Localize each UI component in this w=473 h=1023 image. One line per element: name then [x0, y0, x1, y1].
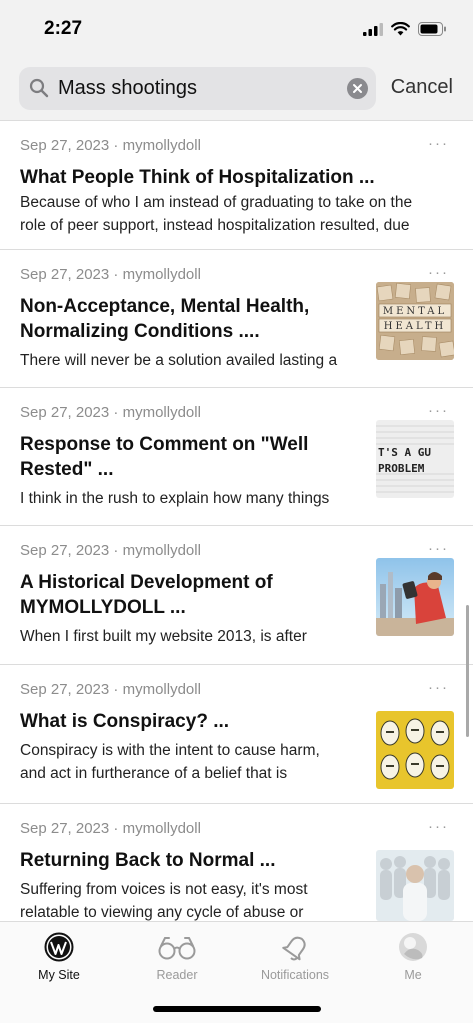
- bell-icon: [282, 936, 306, 961]
- post-excerpt: Conspiracy is with the intent to cause h…: [20, 742, 320, 782]
- signal-icon: [363, 22, 383, 36]
- status-bar: 2:27: [0, 0, 473, 60]
- post-thumbnail: [376, 711, 454, 789]
- more-options-icon[interactable]: ···: [428, 818, 449, 835]
- home-indicator[interactable]: [153, 1006, 321, 1012]
- cancel-button[interactable]: Cancel: [391, 76, 453, 99]
- post-title: A Historical Development of MYMOLLYDOLL …: [20, 572, 273, 618]
- avatar-icon: [399, 933, 427, 961]
- status-time: 2:27: [44, 18, 83, 39]
- thumb-text: HEALTH: [384, 321, 446, 332]
- thumb-text: MENTAL: [383, 306, 447, 317]
- glasses-icon: [158, 937, 196, 960]
- post-title: What People Think of Hospitalization ...: [20, 167, 375, 188]
- post-item[interactable]: Sep 27, 2023 · mymollydoll ··· What is C…: [0, 665, 473, 804]
- search-input[interactable]: Mass shootings: [58, 77, 197, 100]
- wifi-icon: [391, 22, 410, 36]
- post-excerpt: I think in the rush to explain how many …: [20, 490, 330, 507]
- status-icons: [363, 22, 447, 36]
- post-excerpt: When I first built my website 2013, is a…: [20, 628, 307, 645]
- more-options-icon[interactable]: ···: [428, 679, 449, 696]
- thumb-text: PROBLEM: [378, 462, 425, 475]
- post-meta: Sep 27, 2023 · mymollydoll: [20, 404, 201, 421]
- post-meta: Sep 27, 2023 · mymollydoll: [20, 542, 201, 559]
- post-excerpt: Suffering from voices is not easy, it's …: [20, 881, 308, 921]
- post-meta: Sep 27, 2023 · mymollydoll: [20, 820, 201, 837]
- post-item[interactable]: Sep 27, 2023 · mymollydoll ··· Returning…: [0, 804, 473, 921]
- tab-label: My Site: [38, 968, 80, 982]
- post-thumbnail: T'S A GU PROBLEM: [376, 420, 454, 498]
- post-meta: Sep 27, 2023 · mymollydoll: [20, 681, 201, 698]
- more-options-icon[interactable]: ···: [428, 402, 449, 419]
- post-thumbnail: [376, 558, 454, 636]
- post-excerpt: There will never be a solution availed l…: [20, 352, 338, 369]
- post-title: What is Conspiracy? ...: [20, 711, 230, 732]
- search-header: Mass shootings Cancel: [0, 60, 473, 121]
- post-item[interactable]: Sep 27, 2023 · mymollydoll ··· Response …: [0, 388, 473, 526]
- scroll-indicator[interactable]: [466, 605, 469, 737]
- post-title: Non-Acceptance, Mental Health, Normalizi…: [20, 296, 310, 342]
- post-title: Returning Back to Normal ...: [20, 850, 276, 871]
- post-item[interactable]: Sep 27, 2023 · mymollydoll ··· A Histori…: [0, 526, 473, 665]
- post-item[interactable]: Sep 27, 2023 · mymollydoll ··· Non-Accep…: [0, 250, 473, 388]
- search-icon: [29, 78, 49, 98]
- battery-icon: [418, 22, 446, 36]
- tab-label: Reader: [156, 968, 198, 982]
- tab-my-site[interactable]: My Site: [0, 932, 118, 982]
- tab-label: Notifications: [260, 968, 330, 982]
- post-excerpt: Because of who I am instead of graduatin…: [20, 194, 413, 234]
- search-field[interactable]: Mass shootings: [19, 67, 376, 110]
- post-meta: Sep 27, 2023 · mymollydoll: [20, 266, 201, 283]
- post-meta: Sep 27, 2023 · mymollydoll: [20, 137, 201, 154]
- post-title: Response to Comment on "Well Rested" ...: [20, 434, 309, 480]
- more-options-icon[interactable]: ···: [428, 135, 449, 152]
- thumb-text: T'S A GU: [378, 446, 431, 459]
- more-options-icon[interactable]: ···: [428, 540, 449, 557]
- wordpress-icon: [44, 932, 74, 962]
- tab-reader[interactable]: Reader: [118, 932, 236, 982]
- tab-notifications[interactable]: Notifications: [236, 932, 354, 982]
- tab-label: Me: [404, 968, 422, 982]
- more-options-icon[interactable]: ···: [428, 264, 449, 281]
- post-item[interactable]: Sep 27, 2023 · mymollydoll ··· What Peop…: [0, 121, 473, 250]
- clear-search-icon[interactable]: [347, 78, 368, 99]
- post-thumbnail: MENTAL HEALTH: [376, 282, 454, 360]
- tab-me[interactable]: Me: [354, 932, 472, 982]
- post-thumbnail: [376, 850, 454, 921]
